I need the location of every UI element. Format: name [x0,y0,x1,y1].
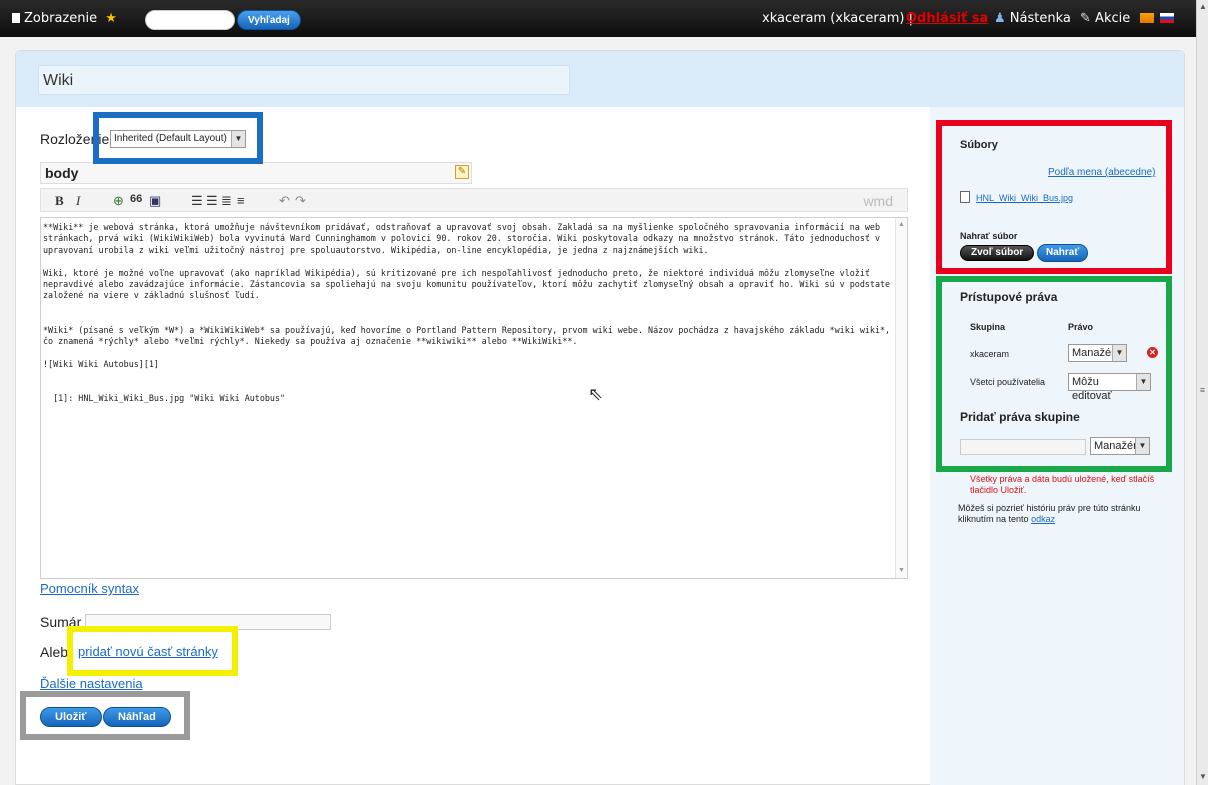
choose-file-button[interactable]: Zvoľ súbor [960,245,1035,261]
view-menu[interactable]: Zobrazenie ★ [12,11,117,26]
group-column-header: Skupina [970,322,1006,332]
preview-button[interactable]: Náhľad [103,707,171,727]
scroll-up-icon[interactable]: ▲ [1198,2,1208,12]
editor-scrollbar[interactable]: ▲ ▼ [895,218,907,578]
summary-input[interactable] [85,614,331,630]
history-text: Môžeš si pozrieť históriu práv pre túto … [958,503,1158,525]
permission-right-value: Manažér [1072,347,1115,359]
sort-by-name-link[interactable]: Podľa mena (abecedne) [1048,167,1155,178]
wmd-label: wmd [863,193,893,209]
editor-text[interactable]: **Wiki** je webová stránka, ktorá umožňu… [43,222,893,405]
add-group-right-select[interactable]: Manažér ▼ [1090,437,1150,455]
undo-icon[interactable]: ↶ [279,193,290,209]
add-group-rights-title: Pridať práva skupine [960,410,1080,424]
more-settings-link[interactable]: Ďalšie nastavenia [40,676,143,691]
dashboard-label: Nástenka [1009,11,1071,26]
group-name-input[interactable] [960,439,1086,455]
or-label: Aleb [40,644,69,660]
permission-right-select[interactable]: Manažér ▼ [1068,344,1127,362]
mouse-pointer-icon: ⇖ [588,384,604,404]
permission-group-cell: Všetci používatelia [970,377,1046,387]
history-link[interactable]: odkaz [1031,514,1055,524]
heading-icon[interactable]: ≣ [221,193,232,209]
chevron-down-icon: ▼ [1112,345,1126,361]
layout-select[interactable]: Inherited (Default Layout) ▼ [110,130,246,148]
quote-icon[interactable]: 66 [130,193,142,205]
redo-icon[interactable]: ↷ [295,193,306,209]
link-icon[interactable]: ⊕ [113,193,124,209]
chevron-down-icon: ▼ [1136,374,1150,390]
add-section-link[interactable]: pridať novú časť stránky [78,644,218,659]
permission-right-value: Môžu editovať [1072,376,1112,402]
numbered-list-icon[interactable]: ☰ [191,193,203,209]
save-warning: Všetky práva a dáta budú uložené, keď st… [970,474,1155,495]
hr-icon[interactable]: ≡ [237,193,245,208]
permission-right-select[interactable]: Môžu editovať ▼ [1068,373,1151,402]
body-field[interactable]: body [40,162,472,184]
file-icon [960,191,970,203]
remove-icon[interactable]: ✕ [1147,347,1158,358]
chevron-down-icon: ▼ [1135,438,1149,454]
editor-toolbar: B I ⊕ 66 ▣ ☰ ☰ ≣ ≡ ↶ ↷ wmd [40,188,908,212]
user-icon: ♟ [994,11,1006,26]
scroll-down-icon[interactable]: ▼ [1198,772,1208,782]
layout-select-value: Inherited (Default Layout) [114,133,227,144]
upload-button[interactable]: Nahrať [1037,244,1089,262]
syntax-help-link[interactable]: Pomocník syntax [40,581,139,596]
scroll-down-icon[interactable]: ▼ [898,567,905,574]
file-link[interactable]: HNL_Wiki_Wiki_Bus.jpg [976,193,1073,203]
bullet-list-icon[interactable]: ☰ [206,193,218,209]
view-label: Zobrazenie [24,11,98,26]
user-label: xkaceram (xkaceram) | [762,11,913,26]
dashboard-link[interactable]: ♟ Nástenka [994,11,1071,26]
actions-label: Akcie [1095,11,1131,26]
files-title: Súbory [960,139,998,151]
edit-icon[interactable]: ✎ [455,165,469,179]
page-scrollbar[interactable]: ▲ ≡ ▼ [1196,0,1208,785]
save-button[interactable]: Uložiť [40,707,102,727]
scroll-grip-icon[interactable]: ≡ [1199,385,1206,401]
image-icon[interactable]: ▣ [149,193,161,209]
add-group-right-value: Manažér [1094,440,1137,452]
bold-button[interactable]: B [55,193,64,209]
permission-group-cell: xkaceram [970,349,1010,359]
wrench-icon: ✎ [1080,11,1091,26]
star-icon[interactable]: ★ [105,11,117,26]
layout-label: Rozloženie [40,131,110,147]
summary-label: Sumár [40,614,82,630]
scroll-up-icon[interactable]: ▲ [898,221,905,228]
markdown-editor[interactable]: **Wiki** je webová stránka, ktorá umožňu… [40,217,908,579]
page-title-input[interactable]: Wiki [38,65,570,95]
search-button[interactable]: Vyhľadaj [237,10,301,30]
message-icon[interactable] [1140,13,1154,23]
logout-link[interactable]: Odhlásiť sa [906,11,988,26]
permissions-title: Prístupové práva [960,290,1058,304]
upload-label: Nahrať súbor [960,231,1018,241]
actions-menu[interactable]: ✎ Akcie [1080,11,1130,26]
chevron-down-icon: ▼ [231,131,245,147]
italic-button[interactable]: I [76,193,80,209]
right-column-header: Právo [1068,322,1094,332]
search-input[interactable] [145,10,235,30]
document-icon [12,13,20,23]
slovak-flag-icon[interactable] [1160,13,1174,23]
page-header: Wiki [16,51,1184,107]
top-bar: Zobrazenie ★ Vyhľadaj xkaceram (xkaceram… [0,0,1196,37]
